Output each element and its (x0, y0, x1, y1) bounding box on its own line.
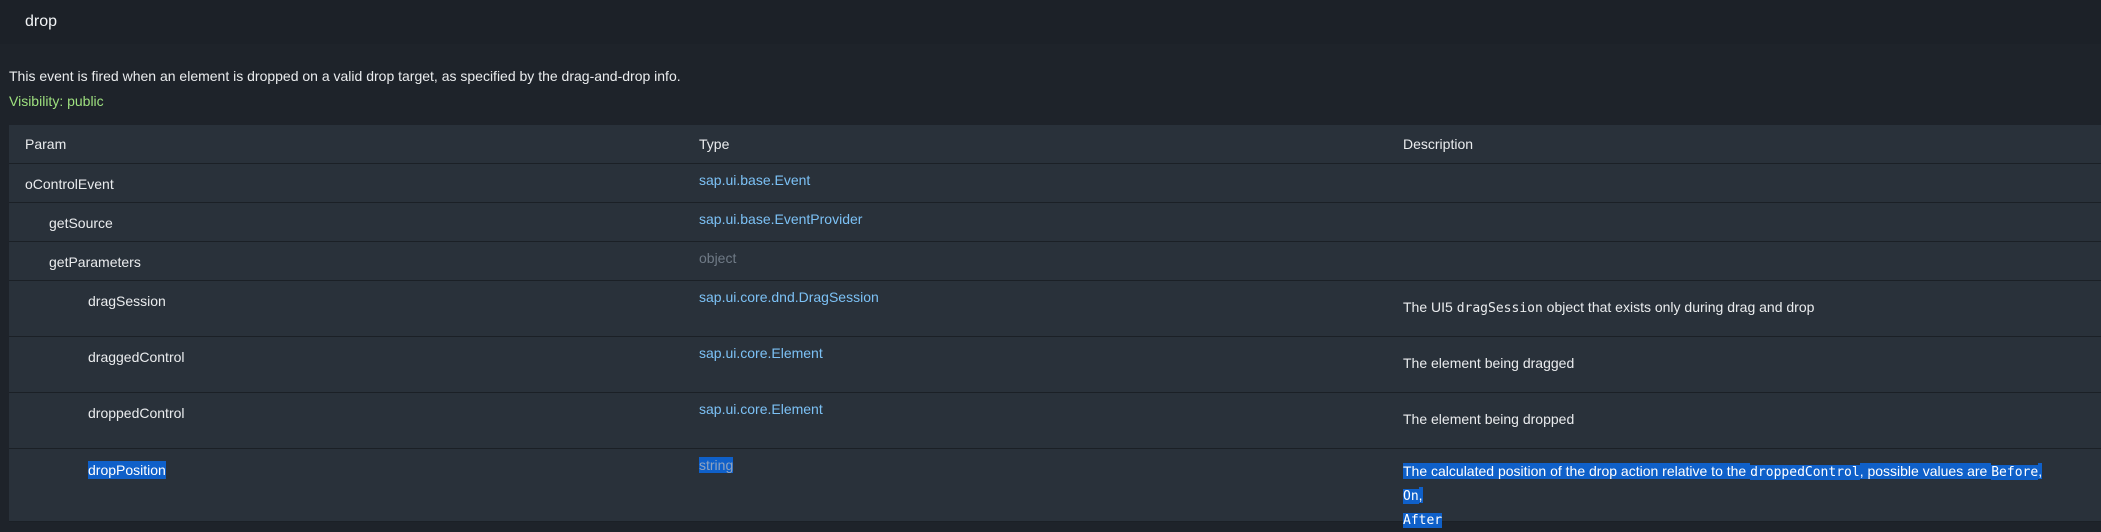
event-title: drop (25, 13, 58, 30)
column-header-param: Param (25, 136, 67, 152)
table-row: dragSession sap.ui.core.dnd.DragSession … (9, 281, 2101, 337)
table-row: getSource sap.ui.base.EventProvider (9, 203, 2101, 242)
param-description: The element being dropped (1403, 411, 1575, 427)
type-link[interactable]: sap.ui.core.Element (699, 401, 823, 417)
param-name: droppedControl (88, 405, 185, 421)
param-name: dragSession (88, 293, 166, 309)
type-link[interactable]: sap.ui.core.dnd.DragSession (699, 289, 879, 305)
param-name: getSource (49, 215, 113, 231)
table-row: draggedControl sap.ui.core.Element The e… (9, 337, 2101, 393)
table-row: droppedControl sap.ui.core.Element The e… (9, 393, 2101, 449)
type-link[interactable]: sap.ui.base.EventProvider (699, 211, 862, 227)
table-row: getParameters object (9, 242, 2101, 281)
param-description: The UI5 dragSession object that exists o… (1403, 299, 1815, 316)
type-text: string (699, 457, 734, 473)
column-header-description: Description (1403, 136, 1474, 152)
table-row: oControlEvent sap.ui.base.Event (9, 164, 2101, 203)
column-header-type: Type (699, 136, 730, 152)
type-text: object (699, 250, 737, 266)
type-link[interactable]: sap.ui.base.Event (699, 172, 810, 188)
visibility-label: Visibility: public (9, 93, 104, 109)
event-header: drop (0, 0, 2101, 44)
table-header-row: Param Type Description (9, 125, 2101, 164)
param-name: getParameters (49, 254, 141, 270)
param-description: The calculated position of the drop acti… (1403, 463, 2043, 528)
type-link[interactable]: sap.ui.core.Element (699, 345, 823, 361)
table-row: dropPosition string The calculated posit… (9, 449, 2101, 528)
param-name: dropPosition (88, 461, 166, 479)
param-name: oControlEvent (25, 176, 114, 192)
parameters-table: Param Type Description oControlEvent sap… (9, 125, 2101, 528)
event-description: This event is fired when an element is d… (9, 68, 681, 84)
param-description: The element being dragged (1403, 355, 1575, 371)
param-name: draggedControl (88, 349, 185, 365)
